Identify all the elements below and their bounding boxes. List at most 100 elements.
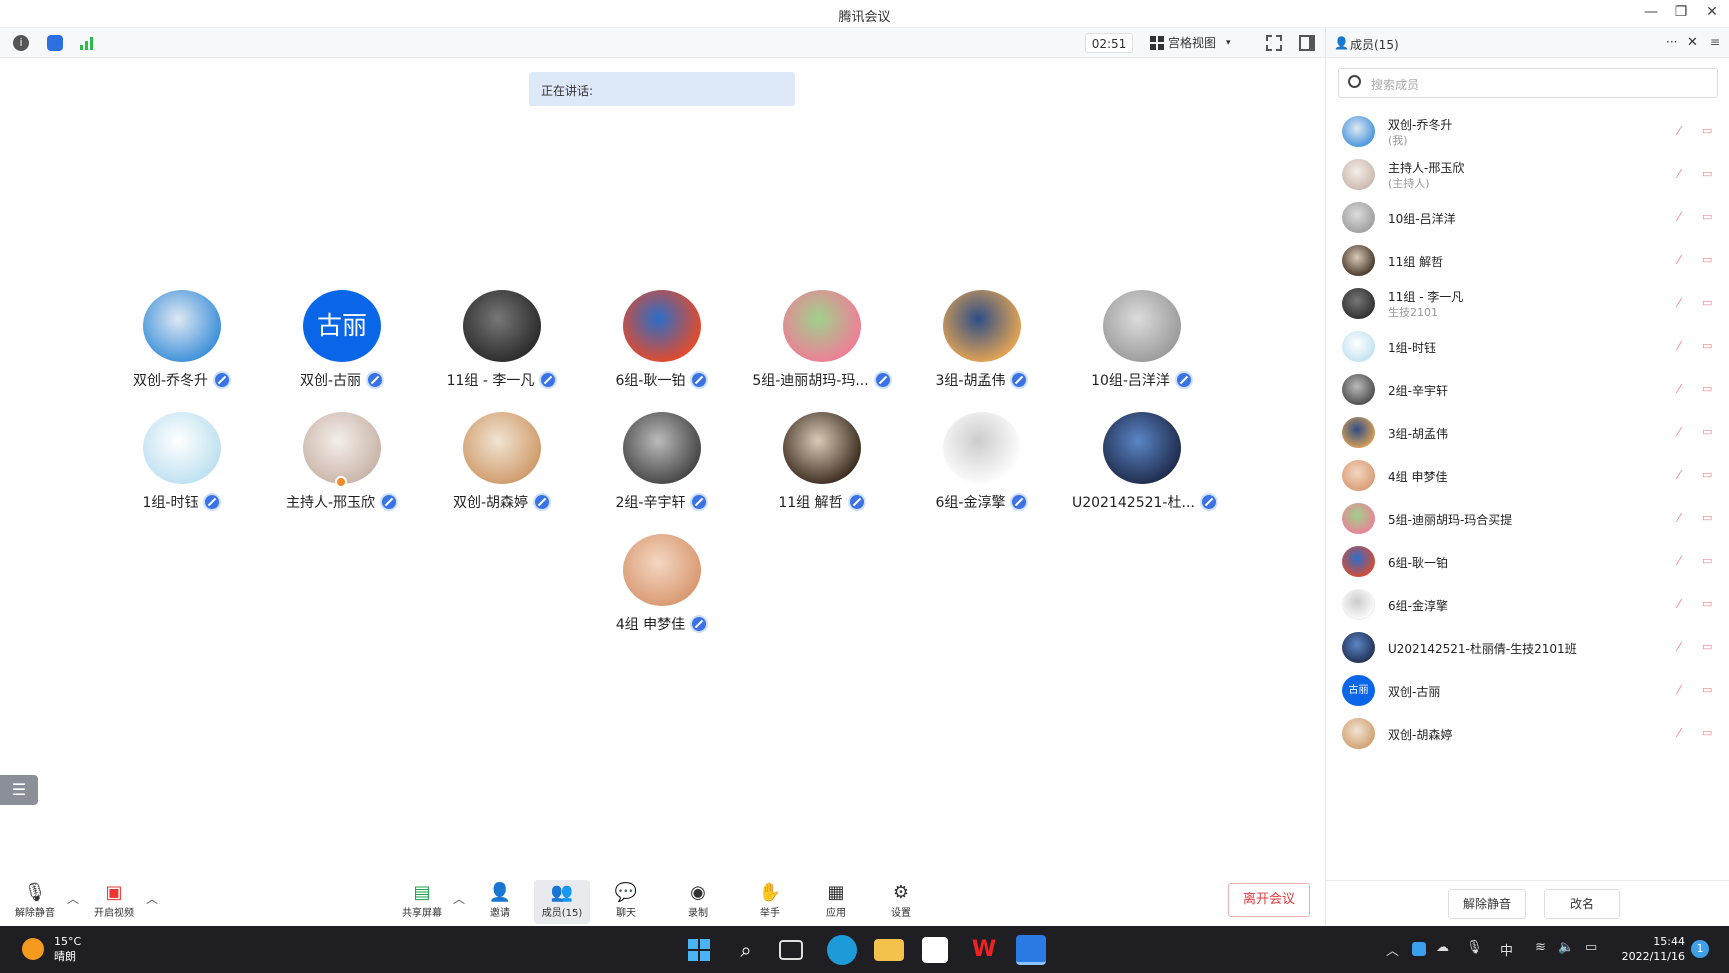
camera-off-icon[interactable]: ▭ xyxy=(1702,468,1718,481)
participant-tile[interactable]: 3组-胡孟伟 xyxy=(912,290,1052,390)
member-row[interactable]: 古丽 双创-古丽 ⁄ ▭ xyxy=(1326,669,1729,711)
close-button[interactable]: ✕ xyxy=(1701,4,1723,20)
mic-muted-icon[interactable]: ⁄ xyxy=(1678,167,1690,181)
video-options-chevron-icon[interactable]: ︿ xyxy=(146,890,158,907)
participant-tile[interactable]: 1组-时钰 xyxy=(112,412,252,512)
edge-browser-icon[interactable] xyxy=(827,935,857,965)
member-row[interactable]: 双创-胡森婷 ⁄ ▭ xyxy=(1326,712,1729,754)
invite-button[interactable]: 👤 邀请 xyxy=(472,882,528,919)
restore-button[interactable]: ❐ xyxy=(1670,4,1692,20)
members-button[interactable]: 👥 成员(15) xyxy=(534,880,590,924)
member-row[interactable]: 2组-辛宇轩 ⁄ ▭ xyxy=(1326,368,1729,410)
settings-button[interactable]: ⚙ 设置 xyxy=(873,882,929,919)
mic-muted-icon[interactable]: ⁄ xyxy=(1678,124,1690,138)
camera-off-icon[interactable]: ▭ xyxy=(1702,554,1718,567)
microphone-icon[interactable]: 🎙 xyxy=(1466,940,1483,955)
mic-muted-icon[interactable]: ⁄ xyxy=(1678,683,1690,697)
close-panel-icon[interactable]: ✕ xyxy=(1687,35,1698,50)
battery-icon[interactable]: ▭ xyxy=(1585,940,1597,955)
wifi-icon[interactable]: ≋ xyxy=(1535,940,1546,955)
member-search-input[interactable]: 搜索成员 xyxy=(1338,68,1718,98)
record-button[interactable]: ◉ 录制 xyxy=(670,882,726,919)
member-row[interactable]: 5组-迪丽胡玛-玛合买提 ⁄ ▭ xyxy=(1326,497,1729,539)
task-view-icon[interactable] xyxy=(779,940,803,960)
participant-tile[interactable]: 11组 解哲 xyxy=(752,412,892,512)
menu-icon[interactable]: ≡ xyxy=(1710,35,1720,49)
camera-off-icon[interactable]: ▭ xyxy=(1702,425,1718,438)
signal-icon[interactable] xyxy=(80,36,96,50)
member-row[interactable]: 双创-乔冬升 (我) ⁄ ▭ xyxy=(1326,110,1729,152)
notification-badge[interactable]: 1 xyxy=(1691,940,1709,958)
ime-indicator[interactable]: 中 xyxy=(1500,940,1513,959)
unmute-button[interactable]: 🎙 解除静音 xyxy=(7,882,63,919)
participant-tile[interactable]: 双创-胡森婷 xyxy=(432,412,572,512)
shield-icon[interactable] xyxy=(47,35,63,51)
camera-off-icon[interactable]: ▭ xyxy=(1702,167,1718,180)
camera-off-icon[interactable]: ▭ xyxy=(1702,382,1718,395)
tray-expand-icon[interactable]: ︿ xyxy=(1386,940,1399,959)
participant-tile[interactable]: U202142521-杜... xyxy=(1072,412,1218,512)
file-explorer-icon[interactable] xyxy=(874,939,904,961)
mic-muted-icon[interactable]: ⁄ xyxy=(1678,382,1690,396)
member-row[interactable]: U202142521-杜丽倩-生技2101班 ⁄ ▭ xyxy=(1326,626,1729,668)
participant-tile[interactable]: 5组-迪丽胡玛-玛... xyxy=(752,290,892,390)
camera-off-icon[interactable]: ▭ xyxy=(1702,253,1718,266)
participant-tile[interactable]: 6组-金淳擎 xyxy=(912,412,1052,512)
unmute-all-button[interactable]: 解除静音 xyxy=(1448,889,1526,919)
camera-off-icon[interactable]: ▭ xyxy=(1702,124,1718,137)
system-clock[interactable]: 15:44 2022/11/16 xyxy=(1621,934,1685,964)
mic-muted-icon[interactable]: ⁄ xyxy=(1678,339,1690,353)
camera-off-icon[interactable]: ▭ xyxy=(1702,597,1718,610)
info-icon[interactable]: i xyxy=(13,35,29,51)
mic-muted-icon[interactable]: ⁄ xyxy=(1678,597,1690,611)
apps-button[interactable]: ▦ 应用 xyxy=(808,882,864,919)
search-icon[interactable]: ⌕ xyxy=(731,935,761,965)
camera-off-icon[interactable]: ▭ xyxy=(1702,210,1718,223)
start-video-button[interactable]: ▣ 开启视频 xyxy=(86,882,142,919)
start-button[interactable] xyxy=(684,935,714,965)
store-icon[interactable] xyxy=(922,937,948,963)
member-row[interactable]: 6组-耿一铂 ⁄ ▭ xyxy=(1326,540,1729,582)
cloud-icon[interactable]: ☁ xyxy=(1436,940,1449,955)
mic-muted-icon[interactable]: ⁄ xyxy=(1678,253,1690,267)
mic-muted-icon[interactable]: ⁄ xyxy=(1678,296,1690,310)
camera-off-icon[interactable]: ▭ xyxy=(1702,339,1718,352)
more-icon[interactable]: ··· xyxy=(1666,35,1677,49)
participant-tile[interactable]: 11组 - 李一凡 xyxy=(432,290,572,390)
participant-tile[interactable]: 6组-耿一铂 xyxy=(592,290,732,390)
participant-tile[interactable]: 主持人-邢玉欣 xyxy=(272,412,412,512)
mic-muted-icon[interactable]: ⁄ xyxy=(1678,726,1690,740)
member-row[interactable]: 11组 解哲 ⁄ ▭ xyxy=(1326,239,1729,281)
member-row[interactable]: 6组-金淳擎 ⁄ ▭ xyxy=(1326,583,1729,625)
tray-app-icon[interactable] xyxy=(1412,942,1426,956)
camera-off-icon[interactable]: ▭ xyxy=(1702,511,1718,524)
member-row[interactable]: 10组-吕洋洋 ⁄ ▭ xyxy=(1326,196,1729,238)
participant-tile[interactable]: 2组-辛宇轩 xyxy=(592,412,732,512)
chat-button[interactable]: 💬 聊天 xyxy=(598,882,654,919)
raise-hand-button[interactable]: ✋ 举手 xyxy=(742,882,798,919)
member-row[interactable]: 主持人-邢玉欣 (主持人) ⁄ ▭ xyxy=(1326,153,1729,195)
audio-options-chevron-icon[interactable]: ︿ xyxy=(67,890,79,907)
camera-off-icon[interactable]: ▭ xyxy=(1702,640,1718,653)
mic-muted-icon[interactable]: ⁄ xyxy=(1678,468,1690,482)
member-row[interactable]: 11组 - 李一凡 生技2101 ⁄ ▭ xyxy=(1326,282,1729,324)
rename-button[interactable]: 改名 xyxy=(1544,889,1620,919)
minimize-button[interactable]: — xyxy=(1640,4,1662,20)
camera-off-icon[interactable]: ▭ xyxy=(1702,683,1718,696)
participant-tile[interactable]: 双创-乔冬升 xyxy=(112,290,252,390)
leave-meeting-button[interactable]: 离开会议 xyxy=(1228,883,1310,917)
member-row[interactable]: 1组-时钰 ⁄ ▭ xyxy=(1326,325,1729,367)
participant-tile[interactable]: 10组-吕洋洋 xyxy=(1072,290,1212,390)
list-toggle-button[interactable]: ☰ xyxy=(0,775,38,805)
mic-muted-icon[interactable]: ⁄ xyxy=(1678,425,1690,439)
share-options-chevron-icon[interactable]: ︿ xyxy=(453,890,465,907)
member-row[interactable]: 4组 申梦佳 ⁄ ▭ xyxy=(1326,454,1729,496)
wps-icon[interactable]: W xyxy=(969,935,999,965)
mic-muted-icon[interactable]: ⁄ xyxy=(1678,210,1690,224)
participant-tile[interactable]: 古丽 双创-古丽 xyxy=(272,290,412,390)
weather-widget[interactable]: 15°C 晴朗 xyxy=(54,934,81,964)
sun-icon[interactable] xyxy=(22,938,44,960)
camera-off-icon[interactable]: ▭ xyxy=(1702,296,1718,309)
sidebar-toggle-icon[interactable] xyxy=(1299,35,1315,51)
member-row[interactable]: 3组-胡孟伟 ⁄ ▭ xyxy=(1326,411,1729,453)
